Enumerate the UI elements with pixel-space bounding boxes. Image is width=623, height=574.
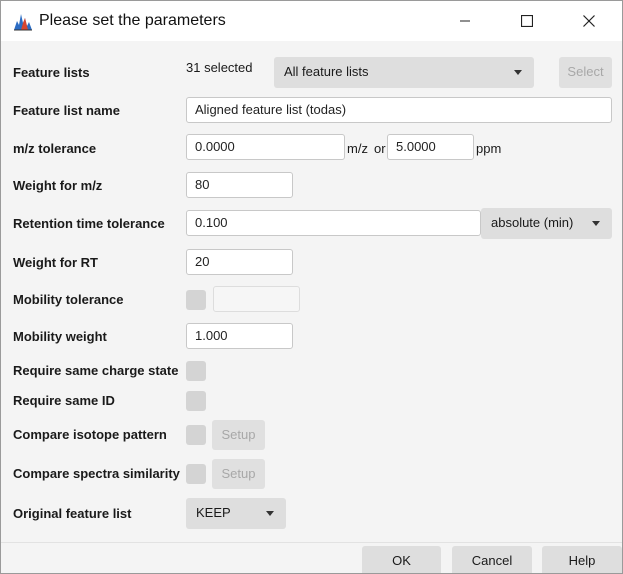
weight-mz-field[interactable]: 80 (186, 172, 293, 198)
select-button[interactable]: Select (559, 57, 612, 88)
feature-lists-combo[interactable]: All feature lists (274, 57, 534, 88)
same-id-label: Require same ID (13, 393, 115, 408)
rt-unit-combo[interactable]: absolute (min) (481, 208, 612, 239)
mobility-tolerance-checkbox[interactable] (186, 290, 206, 310)
spectra-similarity-label: Compare spectra similarity (13, 466, 180, 481)
button-bar: OK Cancel Help (1, 542, 622, 573)
mz-tolerance-field[interactable]: 0.0000 (186, 134, 345, 160)
maximize-button[interactable] (504, 1, 550, 41)
feature-list-name-field[interactable]: Aligned feature list (todas) (186, 97, 612, 123)
chevron-down-icon (592, 221, 600, 226)
isotope-setup-button[interactable]: Setup (212, 420, 265, 450)
ok-button[interactable]: OK (362, 546, 441, 573)
rt-unit-combo-value: absolute (min) (491, 215, 574, 230)
maximize-icon (521, 15, 533, 27)
mobility-weight-field[interactable]: 1.000 (186, 323, 293, 349)
window-title: Please set the parameters (39, 12, 226, 29)
weight-rt-field[interactable]: 20 (186, 249, 293, 275)
isotope-pattern-checkbox[interactable] (186, 425, 206, 445)
minimize-button[interactable] (442, 1, 488, 41)
weight-rt-label: Weight for RT (13, 255, 98, 270)
feature-list-name-label: Feature list name (13, 103, 120, 118)
feature-lists-combo-value: All feature lists (284, 64, 369, 79)
title-bar: Please set the parameters (1, 1, 622, 41)
or-label: or (374, 141, 386, 156)
original-list-combo-value: KEEP (196, 505, 231, 520)
chevron-down-icon (266, 511, 274, 516)
isotope-pattern-label: Compare isotope pattern (13, 427, 167, 442)
app-chart-icon (13, 11, 33, 31)
same-charge-checkbox[interactable] (186, 361, 206, 381)
help-button[interactable]: Help (542, 546, 622, 573)
chevron-down-icon (514, 70, 522, 75)
spectra-setup-button[interactable]: Setup (212, 459, 265, 489)
cancel-button[interactable]: Cancel (452, 546, 532, 573)
parameters-dialog: Please set the parameters Feature lists … (0, 0, 623, 574)
close-icon (583, 15, 595, 27)
ppm-tolerance-field[interactable]: 5.0000 (387, 134, 474, 160)
spectra-similarity-checkbox[interactable] (186, 464, 206, 484)
rt-tolerance-label: Retention time tolerance (13, 216, 165, 231)
original-list-combo[interactable]: KEEP (186, 498, 286, 529)
same-id-checkbox[interactable] (186, 391, 206, 411)
selected-count-text: 31 selected (186, 60, 253, 75)
rt-tolerance-field[interactable]: 0.100 (186, 210, 481, 236)
mz-unit-label: m/z (347, 141, 368, 156)
same-charge-label: Require same charge state (13, 363, 179, 378)
mz-tolerance-label: m/z tolerance (13, 141, 97, 156)
mobility-weight-label: Mobility weight (13, 329, 107, 344)
feature-lists-label: Feature lists (13, 65, 90, 80)
original-list-label: Original feature list (13, 506, 132, 521)
minimize-icon (460, 20, 470, 22)
close-button[interactable] (566, 1, 612, 41)
mobility-tolerance-label: Mobility tolerance (13, 292, 124, 307)
parameters-form: Feature lists 31 selected All feature li… (1, 41, 622, 573)
mobility-tolerance-field[interactable] (213, 286, 300, 312)
weight-mz-label: Weight for m/z (13, 178, 103, 193)
ppm-unit-label: ppm (476, 141, 502, 156)
